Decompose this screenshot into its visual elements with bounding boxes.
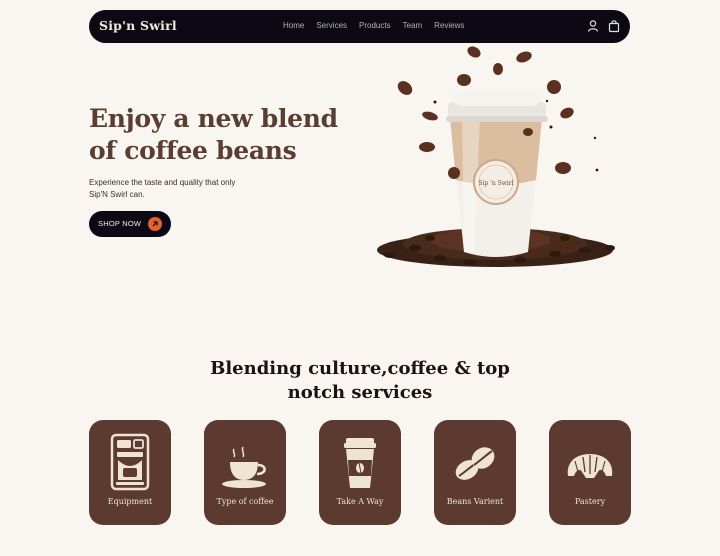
cup-logo-text: Sip 'n Swirl <box>478 180 513 187</box>
hero-title-line-1: Enjoy a new blend <box>89 104 338 133</box>
nav-item-reviews[interactable]: Reviews <box>434 21 464 30</box>
nav-item-products[interactable]: Products <box>359 21 391 30</box>
service-card-label: Take A Way <box>336 497 384 506</box>
user-icon[interactable] <box>587 19 599 33</box>
service-card-take-a-way[interactable]: Take A Way <box>319 420 401 525</box>
hero-title: Enjoy a new blend of coffee beans <box>89 103 338 167</box>
shop-now-button[interactable]: SHOP NOW <box>89 211 171 237</box>
service-card-label: Type of coffee <box>216 497 274 506</box>
service-card-label: Beans Varient <box>446 497 504 506</box>
service-card-pastery[interactable]: Pastery <box>549 420 631 525</box>
croissant-icon <box>567 454 613 478</box>
services-section-title: Blending culture,coffee & top notch serv… <box>210 358 510 403</box>
nav-item-home[interactable]: Home <box>283 21 304 30</box>
takeaway-cup-icon <box>344 438 376 488</box>
coffee-cup-icon <box>222 446 266 488</box>
service-card-label: Pastery <box>574 497 606 506</box>
top-navbar: Sip'n Swirl Home Services Products Team … <box>89 10 630 43</box>
brand-logo[interactable]: Sip'n Swirl <box>99 18 177 33</box>
service-card-equipment[interactable]: Equipment <box>89 420 171 525</box>
hero-subtitle: Experience the taste and quality that on… <box>89 178 236 199</box>
espresso-machine-icon <box>110 433 150 491</box>
arrow-up-right-icon <box>148 217 162 231</box>
nav-menu: Home Services Products Team Reviews <box>283 21 476 30</box>
nav-item-services[interactable]: Services <box>316 21 347 30</box>
nav-item-team[interactable]: Team <box>403 21 423 30</box>
shop-now-label: SHOP NOW <box>98 219 142 228</box>
service-card-beans-varient[interactable]: Beans Varient <box>434 420 516 525</box>
coffee-beans-icon <box>455 447 495 480</box>
shopping-bag-icon[interactable] <box>608 19 620 33</box>
hero-title-line-2: of coffee beans <box>89 136 297 165</box>
service-card-label: Equipment <box>107 497 153 506</box>
service-card-type-of-coffee[interactable]: Type of coffee <box>204 420 286 525</box>
coffee-cup-hero-image: Sip 'n Swirl <box>377 46 615 267</box>
nav-icons <box>587 19 620 33</box>
